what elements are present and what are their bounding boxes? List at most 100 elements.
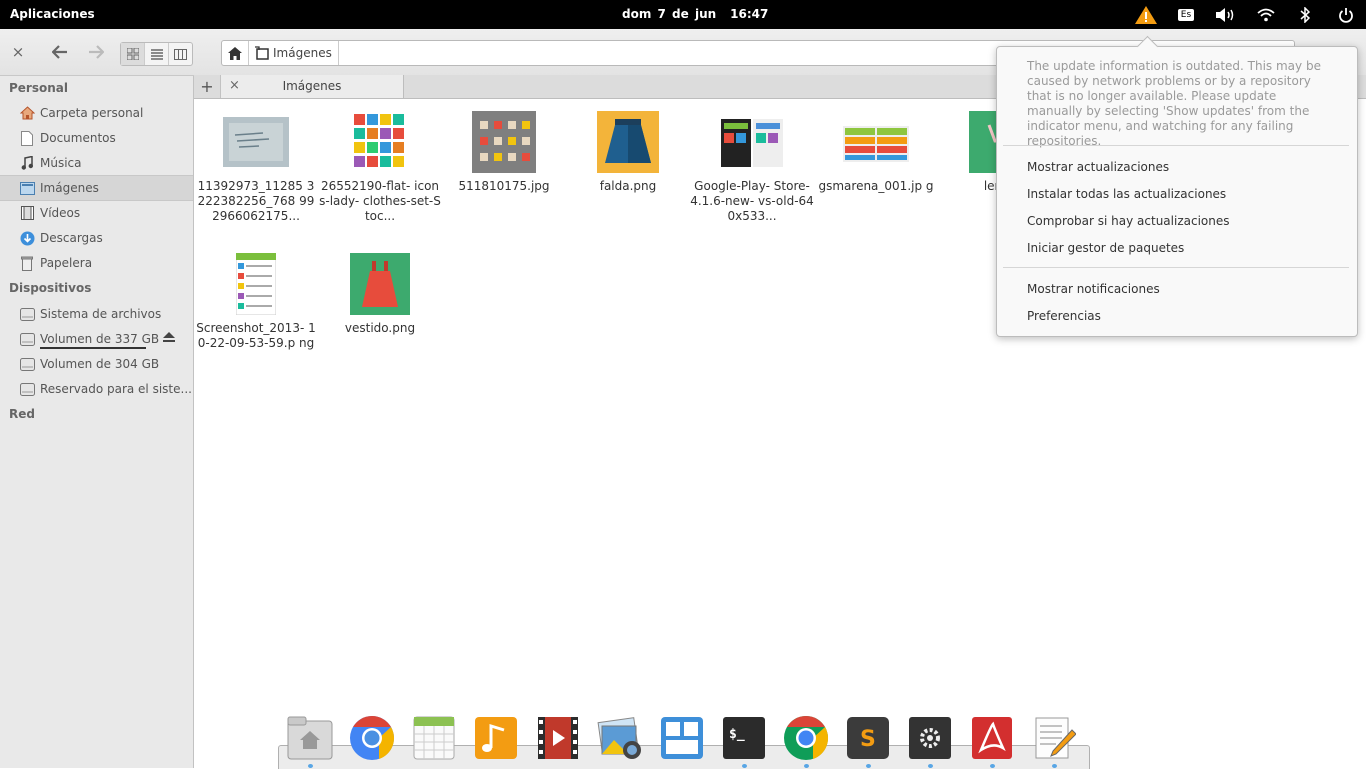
- power-icon[interactable]: [1336, 5, 1356, 25]
- file-item[interactable]: vestido.png: [318, 241, 442, 381]
- tab-pictures[interactable]: Imágenes ×: [221, 75, 404, 98]
- file-name: Google-Play- Store-4.1.6-new- vs-old-640…: [690, 179, 814, 223]
- running-indicator: [1052, 764, 1057, 768]
- sidebar-item-label: Volumen de 337 GB: [40, 332, 160, 346]
- breadcrumb-home[interactable]: [222, 41, 249, 65]
- volume-icon[interactable]: [1213, 5, 1237, 25]
- file-item[interactable]: Google-Play- Store-4.1.6-new- vs-old-640…: [690, 99, 814, 239]
- chromium-icon[interactable]: [348, 714, 396, 762]
- menu-separator: [1003, 145, 1349, 146]
- sidebar-item-documents[interactable]: Documentos: [0, 126, 193, 150]
- disk-usage-bar: [40, 347, 146, 349]
- file-item[interactable]: 511810175.jpg: [442, 99, 566, 239]
- file-item[interactable]: 26552190-flat- icons-lady- clothes-set-S…: [318, 99, 442, 239]
- image-thumbnail: [223, 117, 289, 167]
- sidebar-item-system-reserved[interactable]: Reservado para el siste...: [0, 377, 193, 401]
- sidebar-item-label: Reservado para el siste...: [40, 382, 192, 396]
- image-thumbnail: [843, 126, 909, 162]
- bluetooth-icon[interactable]: [1296, 5, 1314, 25]
- drive-icon: [19, 306, 35, 322]
- document-icon: [19, 130, 35, 146]
- clock-date: dom 7 de jun: [622, 7, 717, 21]
- sidebar-item-home[interactable]: Carpeta personal: [0, 101, 193, 125]
- tab-label: Imágenes: [282, 79, 342, 93]
- terminal-icon[interactable]: $_: [720, 714, 768, 762]
- sidebar-item-label: Imágenes: [40, 181, 99, 195]
- column-view-button[interactable]: [169, 43, 192, 65]
- image-thumbnail: [350, 253, 410, 315]
- image-thumbnail: [597, 111, 659, 173]
- settings-icon[interactable]: [906, 714, 954, 762]
- drive-icon: [19, 356, 35, 372]
- running-indicator: [928, 764, 933, 768]
- file-item[interactable]: Screenshot_2013- 10-22-09-53-59.p ng: [194, 241, 318, 381]
- file-name: 11392973_11285 3222382256_768 9929660621…: [197, 179, 315, 223]
- clock[interactable]: dom 7 de jun 16:47: [622, 7, 768, 21]
- music-player-icon[interactable]: [472, 714, 520, 762]
- file-item[interactable]: gsmarena_001.jp g: [814, 99, 938, 239]
- sidebar-item-volume-337[interactable]: Volumen de 337 GB: [0, 327, 193, 351]
- sidebar-item-label: Carpeta personal: [40, 106, 144, 120]
- sidebar-item-label: Sistema de archivos: [40, 307, 162, 321]
- menu-item-check-updates[interactable]: Comprobar si hay actualizaciones: [1027, 214, 1229, 228]
- keyboard-layout-label: Es: [1177, 9, 1195, 21]
- files-icon[interactable]: [286, 714, 334, 762]
- sidebar-heading-devices: Dispositivos: [9, 281, 92, 295]
- chrome-icon[interactable]: [782, 714, 830, 762]
- download-icon: [19, 230, 35, 246]
- menu-item-install-all-updates[interactable]: Instalar todas las actualizaciones: [1027, 187, 1226, 201]
- menu-item-show-updates[interactable]: Mostrar actualizaciones: [1027, 160, 1169, 174]
- image-thumbnail: [719, 115, 785, 171]
- close-icon: ×: [11, 43, 25, 61]
- video-icon: [19, 205, 35, 221]
- breadcrumb-pictures[interactable]: Imágenes: [249, 41, 339, 65]
- menu-item-package-manager[interactable]: Iniciar gestor de paquetes: [1027, 241, 1184, 255]
- sidebar-item-label: Papelera: [40, 256, 93, 270]
- wifi-icon[interactable]: [1255, 5, 1277, 25]
- warning-icon[interactable]: [1133, 5, 1159, 25]
- list-view-button[interactable]: [145, 43, 169, 65]
- svg-text:$_: $_: [729, 727, 745, 742]
- sublime-text-icon[interactable]: S: [844, 714, 892, 762]
- eject-icon[interactable]: [163, 332, 175, 346]
- svg-text:S: S: [860, 727, 876, 752]
- back-button[interactable]: [48, 41, 72, 63]
- sidebar-item-music[interactable]: Música: [0, 151, 193, 175]
- drive-icon: [19, 381, 35, 397]
- running-indicator: [308, 764, 313, 768]
- keyboard-layout-indicator[interactable]: Es: [1176, 5, 1196, 25]
- forward-button[interactable]: [84, 41, 108, 63]
- sidebar-item-downloads[interactable]: Descargas: [0, 226, 193, 250]
- running-indicator: [804, 764, 809, 768]
- running-indicator: [866, 764, 871, 768]
- menu-item-show-notifications[interactable]: Mostrar notificaciones: [1027, 282, 1160, 296]
- file-name: 511810175.jpg: [458, 179, 550, 193]
- menu-item-preferences[interactable]: Preferencias: [1027, 309, 1101, 323]
- photos-icon[interactable]: [596, 714, 644, 762]
- file-item[interactable]: 11392973_11285 3222382256_768 9929660621…: [194, 99, 318, 239]
- home-icon: [19, 105, 35, 121]
- sidebar-item-volume-304[interactable]: Volumen de 304 GB: [0, 352, 193, 376]
- sidebar: Personal Carpeta personal Documentos Mús…: [0, 76, 194, 768]
- pdf-viewer-icon[interactable]: [968, 714, 1016, 762]
- calendar-icon[interactable]: [410, 714, 458, 762]
- icon-view-button[interactable]: [121, 43, 145, 65]
- sidebar-item-videos[interactable]: Vídeos: [0, 201, 193, 225]
- grid-icon: [126, 48, 139, 60]
- sidebar-item-trash[interactable]: Papelera: [0, 251, 193, 275]
- file-item[interactable]: falda.png: [566, 99, 690, 239]
- columns-icon: [174, 48, 187, 60]
- arrow-left-icon: [52, 45, 67, 59]
- new-tab-button[interactable]: +: [194, 75, 221, 98]
- sidebar-item-filesystem[interactable]: Sistema de archivos: [0, 302, 193, 326]
- sidebar-item-label: Vídeos: [40, 206, 81, 220]
- close-tab-icon[interactable]: ×: [229, 78, 240, 93]
- workspaces-icon[interactable]: [658, 714, 706, 762]
- sidebar-item-label: Descargas: [40, 231, 103, 245]
- text-editor-icon[interactable]: [1030, 714, 1078, 762]
- sidebar-item-pictures[interactable]: Imágenes: [0, 175, 193, 201]
- home-icon: [228, 46, 242, 60]
- applications-menu[interactable]: Aplicaciones: [10, 7, 95, 21]
- close-window-button[interactable]: ×: [6, 41, 30, 63]
- video-player-icon[interactable]: [534, 714, 582, 762]
